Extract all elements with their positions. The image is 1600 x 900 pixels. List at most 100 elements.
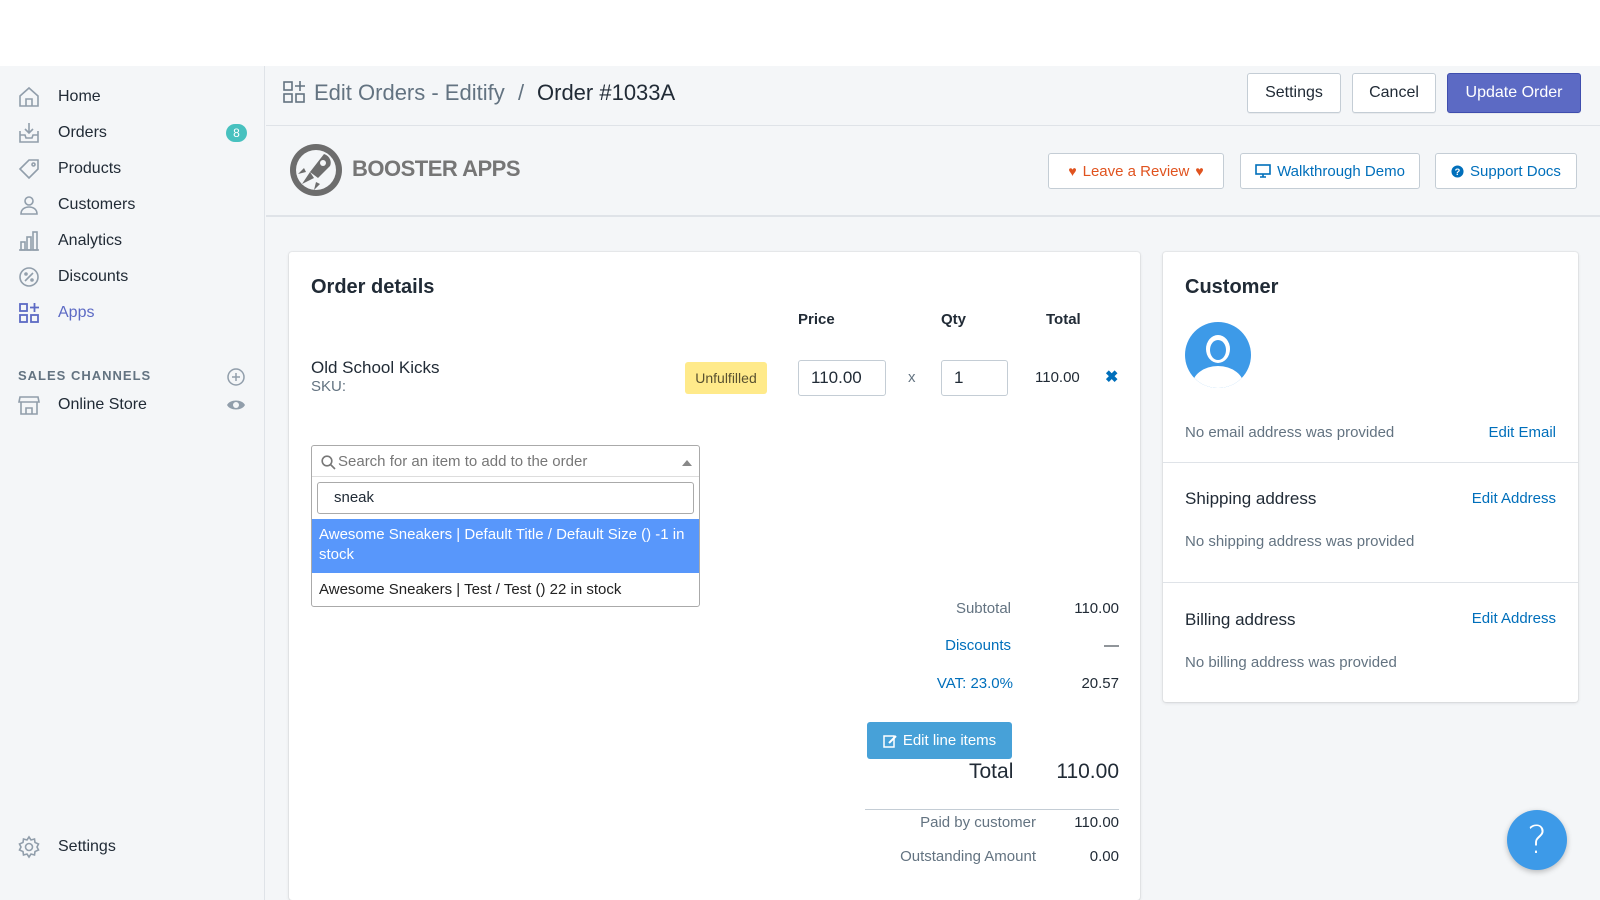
line-item-name[interactable]: Old School Kicks — [311, 358, 440, 378]
edit-icon — [883, 734, 897, 748]
breadcrumb-app[interactable]: Edit Orders - Editify — [314, 80, 505, 106]
walkthrough-demo-label: Walkthrough Demo — [1277, 162, 1405, 180]
customer-card: Customer No email address was provided E… — [1163, 252, 1578, 702]
search-result-option[interactable]: Awesome Sneakers | Default Title / Defau… — [312, 519, 699, 573]
vat-value: 20.57 — [1081, 675, 1119, 692]
multiply-sign: x — [908, 369, 916, 386]
remove-item-icon[interactable]: ✖ — [1105, 367, 1118, 387]
sidebar-item-label: Orders — [58, 124, 107, 141]
page-header: Edit Orders - Editify / Order #1033A Set… — [266, 66, 1600, 126]
sidebar-item-label: Analytics — [58, 232, 123, 249]
qty-column-header: Qty — [941, 311, 967, 328]
section-divider — [1163, 462, 1578, 463]
sidebar: Home Orders 8 Products Customers Analyti… — [0, 66, 265, 900]
quantity-input[interactable]: 1 — [941, 360, 1008, 396]
section-divider — [1163, 582, 1578, 583]
select-header[interactable]: Search for an item to add to the order — [312, 446, 699, 477]
vat-rate: 23.0% — [970, 675, 1013, 692]
subtotal-label: Subtotal — [955, 600, 1011, 617]
home-icon — [19, 86, 39, 107]
person-icon — [20, 196, 38, 215]
sales-channels-heading: SALES CHANNELS — [18, 368, 152, 383]
breadcrumb-separator: / — [518, 80, 525, 105]
cancel-button[interactable]: Cancel — [1352, 73, 1436, 113]
support-docs-label: Support Docs — [1470, 162, 1561, 180]
browser-top-area — [0, 0, 1600, 66]
edit-email-link[interactable]: Edit Email — [1488, 424, 1556, 441]
vat-link[interactable]: VAT: — [937, 675, 966, 692]
sidebar-item-apps[interactable]: Apps — [0, 296, 265, 330]
leave-review-button[interactable]: ♥ Leave a Review ♥ — [1048, 153, 1224, 189]
sidebar-item-label: Settings — [58, 838, 116, 855]
avatar — [1185, 322, 1251, 388]
sidebar-item-label: Discounts — [58, 268, 129, 285]
booster-logo-text: BOOSTER APPS — [352, 156, 521, 181]
eye-icon[interactable] — [226, 397, 246, 413]
customer-title: Customer — [1185, 276, 1279, 298]
caret-up-icon — [682, 460, 692, 466]
fulfillment-status-badge: Unfulfilled — [685, 362, 767, 394]
order-details-title: Order details — [311, 276, 435, 298]
apps-icon — [19, 303, 39, 323]
sidebar-item-customers[interactable]: Customers — [0, 188, 265, 222]
order-details-card: Order details Price Qty Total Old School… — [289, 252, 1140, 900]
total-column-header: Total — [1046, 311, 1081, 328]
outstanding-amount-value: 0.00 — [1089, 848, 1119, 865]
discount-icon — [19, 267, 39, 287]
no-shipping-address-text: No shipping address was provided — [1185, 533, 1415, 550]
sidebar-item-orders[interactable]: Orders 8 — [0, 116, 265, 150]
search-result-option[interactable]: Awesome Sneakers | Test / Test () 22 in … — [312, 574, 699, 606]
price-input[interactable]: 110.00 — [798, 360, 886, 396]
total-label: Total — [969, 760, 1014, 783]
admin-frame: Home Orders 8 Products Customers Analyti… — [0, 66, 1600, 900]
sidebar-item-label: Products — [58, 160, 122, 177]
orders-icon — [19, 123, 39, 143]
paid-by-customer-value: 110.00 — [1074, 814, 1119, 831]
search-icon — [321, 455, 336, 470]
sidebar-item-label: Apps — [58, 304, 95, 321]
sidebar-item-discounts[interactable]: Discounts — [0, 260, 265, 294]
sidebar-item-analytics[interactable]: Analytics — [0, 224, 265, 258]
add-item-select[interactable]: Search for an item to add to the order s… — [311, 445, 700, 607]
settings-button[interactable]: Settings — [1247, 73, 1341, 113]
subtotal-value: 110.00 — [1074, 600, 1119, 617]
leave-review-label: Leave a Review — [1082, 162, 1190, 180]
sidebar-item-settings[interactable]: Settings — [0, 830, 265, 864]
edit-billing-address-link[interactable]: Edit Address — [1472, 610, 1556, 627]
search-input[interactable]: sneak — [317, 482, 694, 514]
shipping-address-title: Shipping address — [1185, 489, 1317, 508]
billing-address-title: Billing address — [1185, 610, 1296, 629]
no-email-text: No email address was provided — [1185, 424, 1395, 441]
paid-by-customer-label: Paid by customer — [920, 814, 1036, 831]
booster-apps-bar: BOOSTER APPS ♥ Leave a Review ♥ Walkthro… — [266, 127, 1600, 217]
walkthrough-demo-button[interactable]: Walkthrough Demo — [1240, 153, 1420, 189]
sidebar-item-products[interactable]: Products — [0, 152, 265, 186]
vat-label[interactable]: VAT: 23.0% — [889, 675, 1013, 692]
tag-icon — [18, 159, 39, 180]
store-icon — [18, 396, 40, 415]
sidebar-item-online-store[interactable]: Online Store — [0, 388, 265, 422]
orders-count-badge: 8 — [226, 124, 247, 142]
edit-line-items-label: Edit line items — [902, 732, 997, 749]
edit-shipping-address-link[interactable]: Edit Address — [1472, 490, 1556, 507]
discounts-value: — — [1104, 637, 1119, 654]
line-item-sku: SKU: — [311, 378, 347, 395]
question-circle-icon: ? — [1451, 164, 1464, 178]
discounts-link[interactable]: Discounts — [889, 637, 1011, 654]
sidebar-item-label: Home — [58, 88, 101, 105]
gear-icon — [18, 835, 40, 859]
heart-icon: ♥ — [1068, 163, 1077, 179]
line-item-total: 110.00 — [1035, 369, 1080, 386]
monitor-icon — [1255, 164, 1271, 178]
page-title: Order #1033A — [537, 80, 676, 105]
add-channel-icon[interactable] — [226, 367, 246, 387]
apps-icon — [283, 81, 305, 103]
support-docs-button[interactable]: ? Support Docs — [1435, 153, 1577, 189]
edit-line-items-button[interactable]: Edit line items — [867, 722, 1012, 759]
booster-rocket-logo — [290, 144, 342, 196]
total-value: 110.00 — [1056, 760, 1119, 783]
help-button[interactable]: ? — [1507, 810, 1567, 870]
sidebar-item-home[interactable]: Home — [0, 80, 265, 114]
bar-chart-icon — [19, 231, 39, 251]
update-order-button[interactable]: Update Order — [1447, 73, 1581, 113]
